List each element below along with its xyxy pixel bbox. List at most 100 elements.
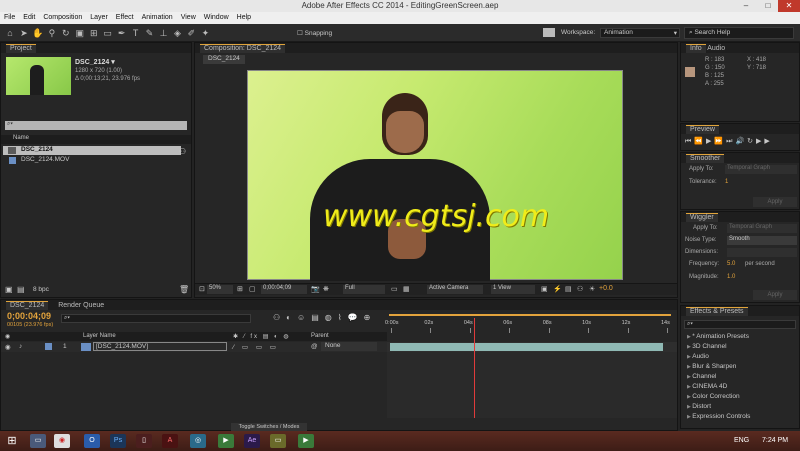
outlook-icon[interactable]: O (84, 434, 100, 448)
snapshot-icon[interactable]: 📷 (311, 285, 320, 293)
pan-tool-icon[interactable]: ⊞ (88, 27, 100, 39)
flowchart-icon[interactable]: ⚇ (577, 285, 583, 293)
language-indicator[interactable]: ENG (734, 437, 749, 444)
puppet-tool-icon[interactable]: ✦ (199, 27, 211, 39)
eraser-tool-icon[interactable]: ◈ (171, 27, 183, 39)
exposure-icon[interactable]: ☀ (589, 285, 595, 293)
tab-preview[interactable]: Preview (686, 125, 719, 134)
smoother-tolerance-value[interactable]: 1 (725, 179, 728, 185)
next-frame-icon[interactable]: ⏩ (714, 138, 726, 145)
effects-category[interactable]: Color Correction (683, 392, 799, 402)
tab-wiggler[interactable]: Wiggler (686, 213, 718, 222)
tab-smoother[interactable]: Smoother (686, 154, 725, 163)
wiggler-apply-to-select[interactable]: Temporal Graph (727, 224, 797, 233)
effects-category[interactable]: CINEMA 4D (683, 382, 799, 392)
composition-viewer[interactable]: www.cgtsj.com (247, 70, 623, 281)
browser-icon[interactable]: ◎ (190, 434, 206, 448)
effects-category[interactable]: 3D Channel (683, 342, 799, 352)
region-of-interest-icon[interactable]: ▭ (391, 285, 398, 293)
tab-project[interactable]: Project (6, 44, 36, 53)
pen-tool-icon[interactable]: ✒ (116, 27, 128, 39)
media-icon[interactable]: ▶ (218, 434, 234, 448)
tab-audio[interactable]: Audio (707, 45, 725, 52)
motion-blur-icon[interactable]: ◍ (325, 313, 338, 322)
project-search-input[interactable]: ⌕▾ (5, 121, 187, 130)
parent-column[interactable]: Parent (311, 333, 329, 339)
media-player-icon[interactable]: ▶ (298, 434, 314, 448)
wiggler-magnitude-value[interactable]: 1.0 (727, 274, 735, 280)
mask-tool-icon[interactable]: ▭ (102, 27, 114, 39)
brainstorm-icon[interactable]: ⊕ (364, 313, 377, 322)
camera-select[interactable]: Active Camera (427, 285, 483, 294)
tab-info[interactable]: Info (686, 44, 706, 53)
selection-tool-icon[interactable]: ➤ (18, 27, 30, 39)
menu-file[interactable]: File (0, 12, 19, 21)
playhead[interactable] (473, 318, 475, 418)
draft-3d-icon[interactable]: ◐ (286, 313, 297, 322)
wiggler-dimensions-select[interactable] (727, 248, 797, 257)
comp-flowchart-icon[interactable]: ⚇ (273, 313, 286, 322)
search-help-input[interactable]: ⌕ Search Help (684, 27, 794, 39)
smoother-apply-button[interactable]: Apply (753, 197, 797, 207)
folder-icon[interactable]: ▭ (270, 434, 286, 448)
roto-tool-icon[interactable]: ✐ (185, 27, 197, 39)
graph-editor-icon[interactable]: ⌇ (338, 313, 348, 322)
workspace-select[interactable]: Animation ▾ (600, 28, 680, 38)
project-list-item[interactable]: DSC_2124 (3, 146, 181, 155)
menu-edit[interactable]: Edit (19, 12, 39, 21)
tab-timeline[interactable]: DSC_2124 (6, 301, 49, 310)
flowchart-icon[interactable]: ⚇ (179, 147, 186, 156)
effects-category[interactable]: Expression Controls (683, 412, 799, 422)
exposure-value[interactable]: +0.0 (599, 285, 613, 292)
tab-render-queue[interactable]: Render Queue (58, 302, 104, 309)
trash-icon[interactable]: 🗑 (179, 285, 189, 294)
zoom-select[interactable]: 50% (207, 285, 233, 294)
timeline-timecode[interactable]: 0;00:04;09 (7, 311, 51, 321)
minimize-button[interactable]: – (735, 0, 757, 12)
effects-category[interactable]: Channel (683, 372, 799, 382)
tab-effects-presets[interactable]: Effects & Presets (686, 307, 748, 316)
acrobat-icon[interactable]: A (162, 434, 178, 448)
view-layout-select[interactable]: 1 View (491, 285, 535, 294)
chrome-icon[interactable]: ◉ (54, 434, 70, 448)
label-color-icon[interactable] (45, 343, 52, 350)
timeline-icon[interactable]: ▤ (565, 285, 572, 293)
parent-pickwhip-icon[interactable]: @ (311, 343, 318, 350)
hand-tool-icon[interactable]: ✋ (32, 27, 44, 39)
timeline-search-input[interactable]: ⌕▾ (61, 314, 251, 323)
project-list-item[interactable]: DSC_2124.MOV (3, 156, 181, 165)
text-tool-icon[interactable]: T (130, 27, 142, 39)
grid-icon[interactable]: ⊞ (237, 285, 243, 293)
current-time-field[interactable]: 0;00:04;09 (261, 285, 307, 294)
toggle-pixel-aspect-icon[interactable]: ▣ (541, 285, 548, 293)
after-effects-icon[interactable]: Ae (244, 434, 260, 448)
ram-preview-icon[interactable]: ▶▶ (756, 138, 773, 145)
transparency-grid-icon[interactable]: ▦ (403, 285, 410, 293)
composition-subtab[interactable]: DSC_2124 (203, 55, 245, 64)
previous-frame-icon[interactable]: ⏪ (694, 138, 706, 145)
wiggler-noise-select[interactable]: Smooth (727, 236, 797, 245)
home-icon[interactable]: ⌂ (4, 27, 16, 39)
parent-select[interactable]: None (321, 342, 377, 351)
zoom-tool-icon[interactable]: ⚲ (46, 27, 58, 39)
maximize-button[interactable]: □ (757, 0, 779, 12)
snapping-toggle[interactable]: ☐ Snapping (297, 29, 332, 37)
effects-category[interactable]: * Animation Presets (683, 332, 799, 342)
bit-depth-label[interactable]: 8 bpc (33, 286, 49, 293)
frame-blending-icon[interactable]: ▤ (311, 313, 325, 322)
new-comp-icon[interactable]: ▤ (17, 285, 25, 294)
file-explorer-icon[interactable]: ▭ (30, 434, 46, 448)
smoother-apply-to-select[interactable]: Temporal Graph (725, 165, 797, 174)
wiggler-frequency-value[interactable]: 5.0 (727, 261, 735, 267)
tab-composition[interactable]: Composition: DSC_2124 (200, 44, 286, 53)
layer-duration-bar[interactable] (390, 343, 663, 351)
loop-icon[interactable]: ↻ (747, 138, 756, 145)
menu-animation[interactable]: Animation (138, 12, 177, 21)
camera-tool-icon[interactable]: ▣ (74, 27, 86, 39)
effects-search-input[interactable]: ⌕▾ (684, 320, 796, 329)
show-channel-icon[interactable]: ❋ (323, 285, 329, 293)
mute-icon[interactable]: 🔊 (735, 138, 747, 145)
wiggler-apply-button[interactable]: Apply (753, 290, 797, 300)
mask-visibility-icon[interactable]: ▢ (249, 285, 256, 293)
close-button[interactable]: ✕ (778, 0, 800, 12)
